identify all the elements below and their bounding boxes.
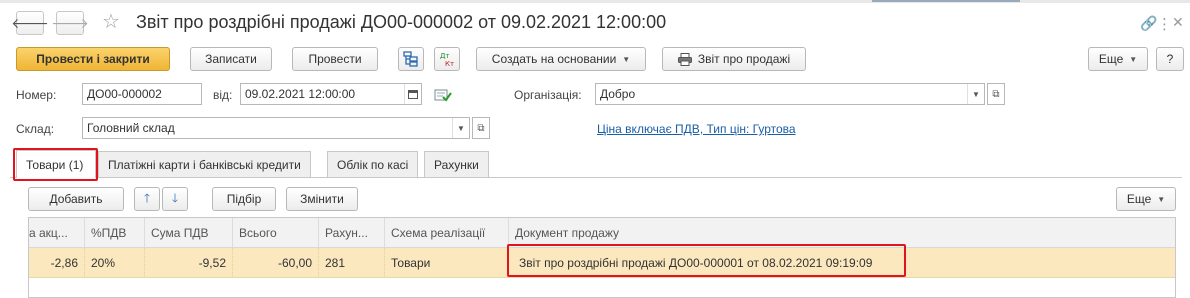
tab-strip-line — [10, 177, 1182, 178]
calendar-icon[interactable] — [404, 84, 421, 104]
number-label: Номер: — [16, 88, 57, 102]
table-cell: -60,00 — [233, 248, 319, 277]
column-header[interactable]: Схема реалізації — [385, 218, 509, 247]
chevron-down-icon[interactable]: ▼ — [967, 84, 984, 104]
create-based-on-button[interactable]: Создать на основании ▼ — [476, 47, 646, 71]
highlight-tab-box — [13, 148, 98, 181]
debit-credit-icon: Дт Кт — [440, 52, 454, 67]
table-cell: -9,52 — [145, 248, 233, 277]
grid-more-button[interactable]: Еще ▼ — [1116, 187, 1176, 211]
date-label: від: — [213, 88, 233, 102]
date-field[interactable]: 09.02.2021 12:00:00 — [240, 83, 422, 105]
caret-down-icon: ▼ — [622, 54, 631, 64]
number-value: ДО00-000002 — [87, 87, 162, 101]
column-header[interactable]: а акц... — [29, 218, 85, 247]
post-and-close-button[interactable]: Провести і закрити — [16, 47, 170, 71]
warehouse-label: Склад: — [16, 122, 55, 136]
tab-accounts[interactable]: Рахунки — [424, 151, 489, 177]
open-organization-button[interactable]: ⧉ — [987, 83, 1005, 105]
debit-credit-button[interactable]: Дт Кт — [434, 47, 460, 71]
warehouse-field[interactable]: Головний склад ▼ — [82, 117, 470, 139]
help-button[interactable]: ? — [1156, 47, 1184, 71]
svg-text:Дт: Дт — [440, 52, 450, 60]
window-title: Звіт про роздрібні продажі ДО00-000002 о… — [136, 12, 667, 32]
arrow-up-icon: 🡑 — [143, 190, 151, 205]
back-button[interactable]: 🡐 — [11, 11, 49, 35]
organization-label: Організація: — [514, 88, 582, 102]
structure-button[interactable] — [398, 47, 424, 71]
hierarchy-icon — [403, 51, 418, 67]
organization-field[interactable]: Добро ▼ — [595, 83, 985, 105]
caret-down-icon: ▼ — [1129, 54, 1138, 64]
move-up-button[interactable]: 🡑 — [134, 187, 160, 211]
arrow-down-icon: 🡓 — [171, 190, 179, 205]
tab-payment-cards[interactable]: Платіжні карти і банківські кредити — [98, 151, 311, 177]
change-button[interactable]: Змінити — [286, 187, 358, 211]
arrow-right-icon: 🡒 — [51, 14, 89, 31]
column-header[interactable]: Всього — [233, 218, 319, 247]
add-row-button[interactable]: Добавить — [28, 187, 124, 211]
table-cell: 281 — [319, 248, 385, 277]
sales-report-button[interactable]: Звіт про продажі — [662, 47, 806, 71]
svg-text:Кт: Кт — [445, 60, 454, 67]
table-cell: -2,86 — [29, 248, 85, 277]
posted-status-icon — [434, 87, 452, 106]
more-actions-icon[interactable]: ⋮ — [1157, 15, 1172, 33]
open-link-icon: ⧉ — [992, 88, 1000, 100]
open-warehouse-button[interactable]: ⧉ — [472, 117, 490, 139]
create-based-on-label: Создать на основании — [491, 52, 617, 66]
sales-report-label: Звіт про продажі — [697, 52, 791, 66]
grid-more-label: Еще — [1126, 192, 1152, 206]
column-header[interactable]: Рахун... — [319, 218, 385, 247]
top-border-accent — [872, 0, 1020, 2]
highlight-document-box — [507, 244, 906, 277]
chevron-down-icon[interactable]: ▼ — [452, 118, 469, 138]
number-field[interactable]: ДО00-000002 — [82, 83, 202, 105]
more-label: Еще — [1098, 52, 1124, 66]
move-down-button[interactable]: 🡓 — [162, 187, 188, 211]
close-icon[interactable]: ✕ — [1172, 14, 1184, 31]
column-header[interactable]: Документ продажу — [509, 218, 1175, 247]
forward-button[interactable]: 🡒 — [51, 11, 89, 35]
printer-icon — [677, 52, 692, 66]
open-link-icon: ⧉ — [477, 122, 485, 134]
price-settings-link[interactable]: Ціна включає ПДВ, Тип цін: Гуртова — [597, 122, 796, 136]
warehouse-value: Головний склад — [87, 121, 175, 135]
link-icon[interactable]: 🔗 — [1140, 15, 1157, 32]
post-button[interactable]: Провести — [292, 47, 378, 71]
arrow-left-icon: 🡐 — [11, 14, 49, 31]
column-header[interactable]: Сума ПДВ — [145, 218, 233, 247]
table-cell: 20% — [85, 248, 145, 277]
caret-down-icon: ▼ — [1157, 194, 1166, 204]
pick-button[interactable]: Підбір — [212, 187, 276, 211]
table-cell: Товари — [385, 248, 509, 277]
save-button[interactable]: Записати — [190, 47, 272, 71]
organization-value: Добро — [600, 87, 636, 101]
star-icon[interactable]: ☆ — [102, 12, 120, 32]
more-button[interactable]: Еще ▼ — [1088, 47, 1148, 71]
column-header[interactable]: %ПДВ — [85, 218, 145, 247]
tab-cash-accounting[interactable]: Облік по касі — [327, 151, 419, 177]
date-value: 09.02.2021 12:00:00 — [245, 87, 356, 101]
